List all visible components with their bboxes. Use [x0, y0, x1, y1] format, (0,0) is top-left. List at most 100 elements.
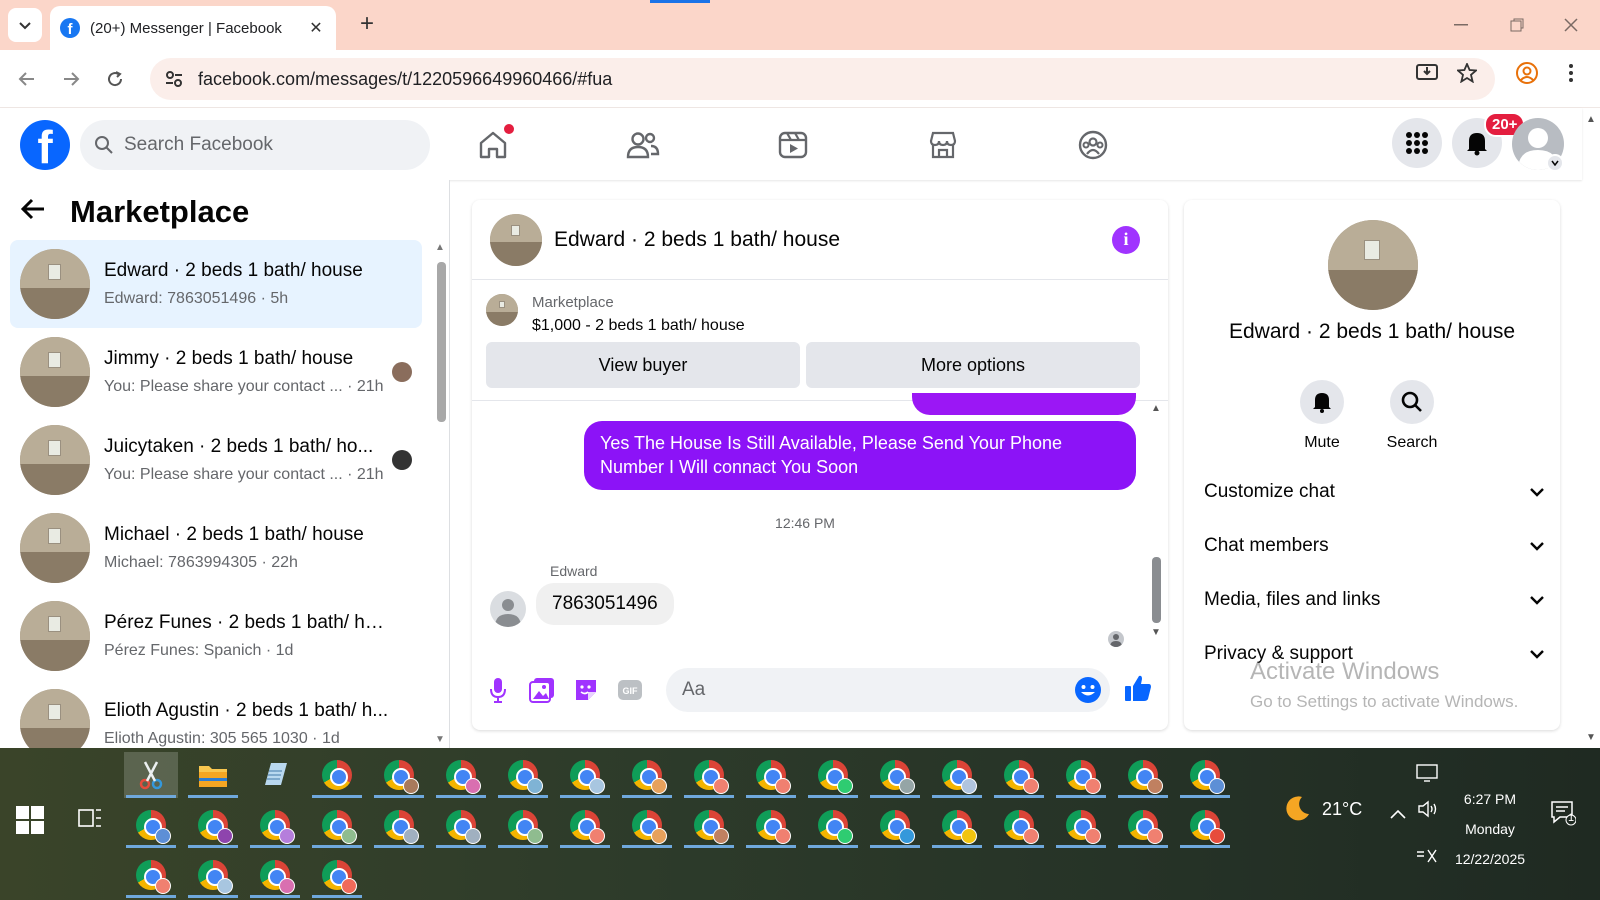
- thumbs-up-icon[interactable]: [1124, 674, 1152, 702]
- taskbar-app-chrome[interactable]: [992, 752, 1046, 798]
- chrome-profile-button[interactable]: [1512, 58, 1542, 88]
- sticker-icon[interactable]: [572, 676, 600, 704]
- chat-listing-thumbnail[interactable]: [490, 213, 542, 266]
- microphone-icon[interactable]: [484, 676, 512, 704]
- taskbar-app-chrome[interactable]: [930, 752, 984, 798]
- taskbar-app-chrome[interactable]: [1054, 752, 1108, 798]
- network-display-icon[interactable]: [1416, 764, 1438, 787]
- close-window-button[interactable]: [1556, 10, 1586, 40]
- info-listing-thumbnail[interactable]: [1328, 220, 1418, 310]
- taskbar-app-chrome[interactable]: [620, 802, 674, 848]
- taskbar-app-chrome[interactable]: [744, 802, 798, 848]
- photo-gallery-icon[interactable]: [528, 676, 556, 704]
- install-app-button[interactable]: [1412, 58, 1442, 88]
- message-input-box[interactable]: [666, 668, 1110, 712]
- nav-video[interactable]: [770, 122, 816, 168]
- chrome-menu-button[interactable]: [1556, 58, 1586, 88]
- emoji-icon[interactable]: [1074, 676, 1102, 709]
- taskbar-app-chrome[interactable]: [124, 852, 178, 898]
- conversation-item[interactable]: Jimmy · 2 beds 1 bath/ house You: Please…: [10, 328, 422, 416]
- taskbar-app-chrome[interactable]: [868, 802, 922, 848]
- taskbar-app-chrome[interactable]: [620, 752, 674, 798]
- search-in-conversation-button[interactable]: Search: [1372, 380, 1452, 452]
- taskbar-app-chrome[interactable]: [186, 852, 240, 898]
- facebook-search[interactable]: [80, 120, 430, 170]
- taskbar-app-chrome[interactable]: [806, 802, 860, 848]
- tab-search-dropdown[interactable]: [8, 8, 42, 42]
- chat-scroll-up-arrow[interactable]: ▲: [1151, 403, 1161, 414]
- incoming-message-bubble[interactable]: 7863051496: [536, 583, 674, 625]
- site-settings-icon[interactable]: [164, 69, 184, 89]
- taskbar-app-chrome[interactable]: [1178, 752, 1232, 798]
- taskbar-app-chrome[interactable]: [310, 852, 364, 898]
- taskbar-app-chrome[interactable]: [248, 802, 302, 848]
- taskbar-app-chrome[interactable]: [1116, 752, 1170, 798]
- conversation-item[interactable]: Pérez Funes · 2 beds 1 bath/ hou... Pére…: [10, 592, 422, 680]
- taskbar-app-notes[interactable]: [248, 752, 302, 798]
- conversation-item[interactable]: Juicytaken · 2 beds 1 bath/ ho... You: P…: [10, 416, 422, 504]
- outgoing-message-bubble[interactable]: Yes The House Is Still Available, Please…: [584, 421, 1136, 490]
- taskbar-app-snipping[interactable]: [124, 752, 178, 798]
- taskbar-app-chrome[interactable]: [1116, 802, 1170, 848]
- taskbar-app-chrome[interactable]: [744, 752, 798, 798]
- conversation-item[interactable]: Michael · 2 beds 1 bath/ house Michael: …: [10, 504, 422, 592]
- weather-widget[interactable]: 21°C: [1282, 794, 1362, 824]
- new-tab-button[interactable]: +: [354, 12, 380, 38]
- taskbar-app-chrome[interactable]: [1054, 802, 1108, 848]
- keyboard-input-icon[interactable]: [1416, 848, 1438, 869]
- page-scroll-down-arrow[interactable]: ▼: [1586, 732, 1596, 743]
- chat-scrollbar-thumb[interactable]: [1152, 557, 1161, 623]
- taskbar-app-chrome[interactable]: [1178, 802, 1232, 848]
- restore-window-button[interactable]: [1502, 10, 1532, 40]
- taskbar-app-chrome[interactable]: [682, 752, 736, 798]
- forward-button[interactable]: [56, 64, 86, 94]
- taskbar-app-chrome[interactable]: [682, 802, 736, 848]
- sidebar-scrollbar-thumb[interactable]: [437, 262, 446, 422]
- chat-title[interactable]: Edward · 2 beds 1 bath/ house: [554, 228, 1112, 252]
- taskbar-app-chrome[interactable]: [930, 802, 984, 848]
- account-chevron-down-icon[interactable]: [1546, 154, 1564, 172]
- media-files-links-row[interactable]: Media, files and links: [1204, 580, 1544, 620]
- taskbar-app-file-explorer[interactable]: [186, 752, 240, 798]
- info-icon[interactable]: i: [1112, 225, 1140, 254]
- taskbar-app-chrome[interactable]: [868, 752, 922, 798]
- conversation-item[interactable]: Elioth Agustin · 2 beds 1 bath/ h... Eli…: [10, 680, 422, 748]
- gif-icon[interactable]: GIF: [616, 676, 644, 704]
- scroll-down-arrow[interactable]: ▼: [435, 734, 445, 745]
- more-options-button[interactable]: More options: [806, 342, 1140, 388]
- chat-members-row[interactable]: Chat members: [1204, 526, 1544, 566]
- facebook-logo[interactable]: f: [20, 120, 70, 170]
- page-scroll-up-arrow[interactable]: ▲: [1586, 114, 1596, 125]
- taskbar-app-chrome[interactable]: [310, 752, 364, 798]
- nav-groups[interactable]: [1070, 122, 1116, 168]
- windows-start-button[interactable]: [16, 806, 44, 834]
- message-input[interactable]: [682, 679, 1062, 701]
- nav-friends[interactable]: [620, 122, 666, 168]
- bookmark-button[interactable]: [1452, 58, 1482, 88]
- taskbar-app-chrome[interactable]: [434, 752, 488, 798]
- facebook-search-input[interactable]: [124, 134, 404, 156]
- taskbar-app-chrome[interactable]: [558, 752, 612, 798]
- taskbar-app-chrome[interactable]: [434, 802, 488, 848]
- taskbar-app-chrome[interactable]: [372, 802, 426, 848]
- taskbar-app-chrome[interactable]: [496, 752, 550, 798]
- task-view-button[interactable]: [78, 806, 104, 832]
- taskbar-app-chrome[interactable]: [248, 852, 302, 898]
- menu-button[interactable]: [1392, 118, 1442, 168]
- taskbar-app-chrome[interactable]: [124, 802, 178, 848]
- taskbar-app-chrome[interactable]: [372, 752, 426, 798]
- scroll-up-arrow[interactable]: ▲: [435, 242, 445, 253]
- back-button[interactable]: [12, 64, 42, 94]
- chat-scroll-down-arrow[interactable]: ▼: [1151, 627, 1161, 638]
- taskbar-app-chrome[interactable]: [496, 802, 550, 848]
- conversation-item[interactable]: Edward · 2 beds 1 bath/ house Edward: 78…: [10, 240, 422, 328]
- show-hidden-icons-chevron-icon[interactable]: [1390, 806, 1406, 824]
- taskbar-clock[interactable]: 6:27 PM Monday 12/22/2025: [1440, 784, 1540, 874]
- taskbar-app-chrome[interactable]: [992, 802, 1046, 848]
- taskbar-app-chrome[interactable]: [806, 752, 860, 798]
- back-arrow-icon[interactable]: [20, 195, 60, 229]
- taskbar-app-chrome[interactable]: [186, 802, 240, 848]
- sender-avatar[interactable]: [490, 591, 526, 627]
- taskbar-app-chrome[interactable]: [558, 802, 612, 848]
- tab-close-icon[interactable]: ✕: [306, 18, 326, 38]
